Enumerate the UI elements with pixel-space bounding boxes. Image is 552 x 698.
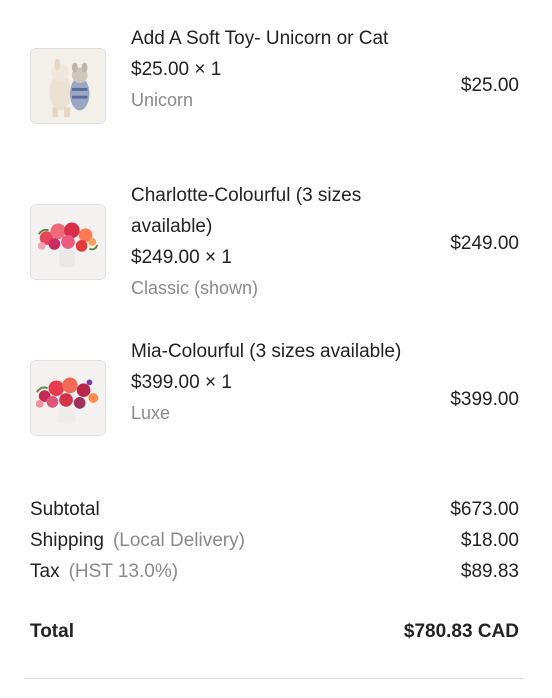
tax-rate: (HST 13.0%) bbox=[68, 561, 179, 582]
shipping-value: $18.00 bbox=[460, 530, 519, 551]
subtotal-row: Subtotal $673.00 bbox=[30, 494, 519, 525]
item-info: Mia-Colourful (3 sizes available) $399.0… bbox=[131, 336, 421, 429]
tax-row: Tax (HST 13.0%) $89.83 bbox=[30, 556, 519, 587]
tax-label-group: Tax (HST 13.0%) bbox=[30, 556, 178, 587]
item-unit-price: $249.00 × 1 bbox=[131, 247, 232, 268]
item-unit-price: $399.00 × 1 bbox=[131, 372, 232, 393]
flower-bouquet-image bbox=[30, 204, 106, 280]
shipping-label-group: Shipping (Local Delivery) bbox=[30, 525, 245, 556]
item-name[interactable]: Charlotte-Colourful (3 sizes available) bbox=[131, 180, 421, 242]
item-info: Charlotte-Colourful (3 sizes available) … bbox=[131, 180, 421, 304]
item-line-price: $25.00 bbox=[460, 75, 519, 96]
item-line-price: $249.00 bbox=[450, 233, 519, 254]
item-variant: Unicorn bbox=[131, 90, 194, 110]
shipping-row: Shipping (Local Delivery) $18.00 bbox=[30, 525, 519, 556]
total-value: $780.83 CAD bbox=[403, 621, 519, 642]
subtotal-label: Subtotal bbox=[30, 499, 100, 520]
tax-value: $89.83 bbox=[460, 561, 519, 582]
shipping-method: (Local Delivery) bbox=[112, 530, 245, 551]
item-variant: Classic (shown) bbox=[131, 278, 259, 298]
item-unit-price: $25.00 × 1 bbox=[131, 59, 222, 80]
line-item: Mia-Colourful (3 sizes available) $399.0… bbox=[0, 332, 552, 482]
plush-toys-image bbox=[30, 48, 106, 124]
item-variant: Luxe bbox=[131, 403, 171, 423]
total-row: Total $780.83 CAD bbox=[30, 616, 519, 648]
subtotal-value: $673.00 bbox=[450, 499, 519, 520]
item-name[interactable]: Add A Soft Toy- Unicorn or Cat bbox=[131, 23, 421, 54]
divider bbox=[24, 678, 524, 679]
shipping-label: Shipping bbox=[30, 530, 104, 551]
order-summary: Subtotal $673.00 Shipping (Local Delivery… bbox=[30, 494, 519, 587]
item-info: Add A Soft Toy- Unicorn or Cat $25.00 × … bbox=[131, 23, 421, 116]
total-label: Total bbox=[30, 621, 74, 642]
tax-label: Tax bbox=[30, 561, 60, 582]
item-line-price: $399.00 bbox=[450, 389, 519, 410]
line-item: Add A Soft Toy- Unicorn or Cat $25.00 × … bbox=[0, 20, 552, 170]
line-item: Charlotte-Colourful (3 sizes available) … bbox=[0, 176, 552, 326]
item-name[interactable]: Mia-Colourful (3 sizes available) bbox=[131, 336, 421, 367]
flower-arrangement-image bbox=[30, 360, 106, 436]
